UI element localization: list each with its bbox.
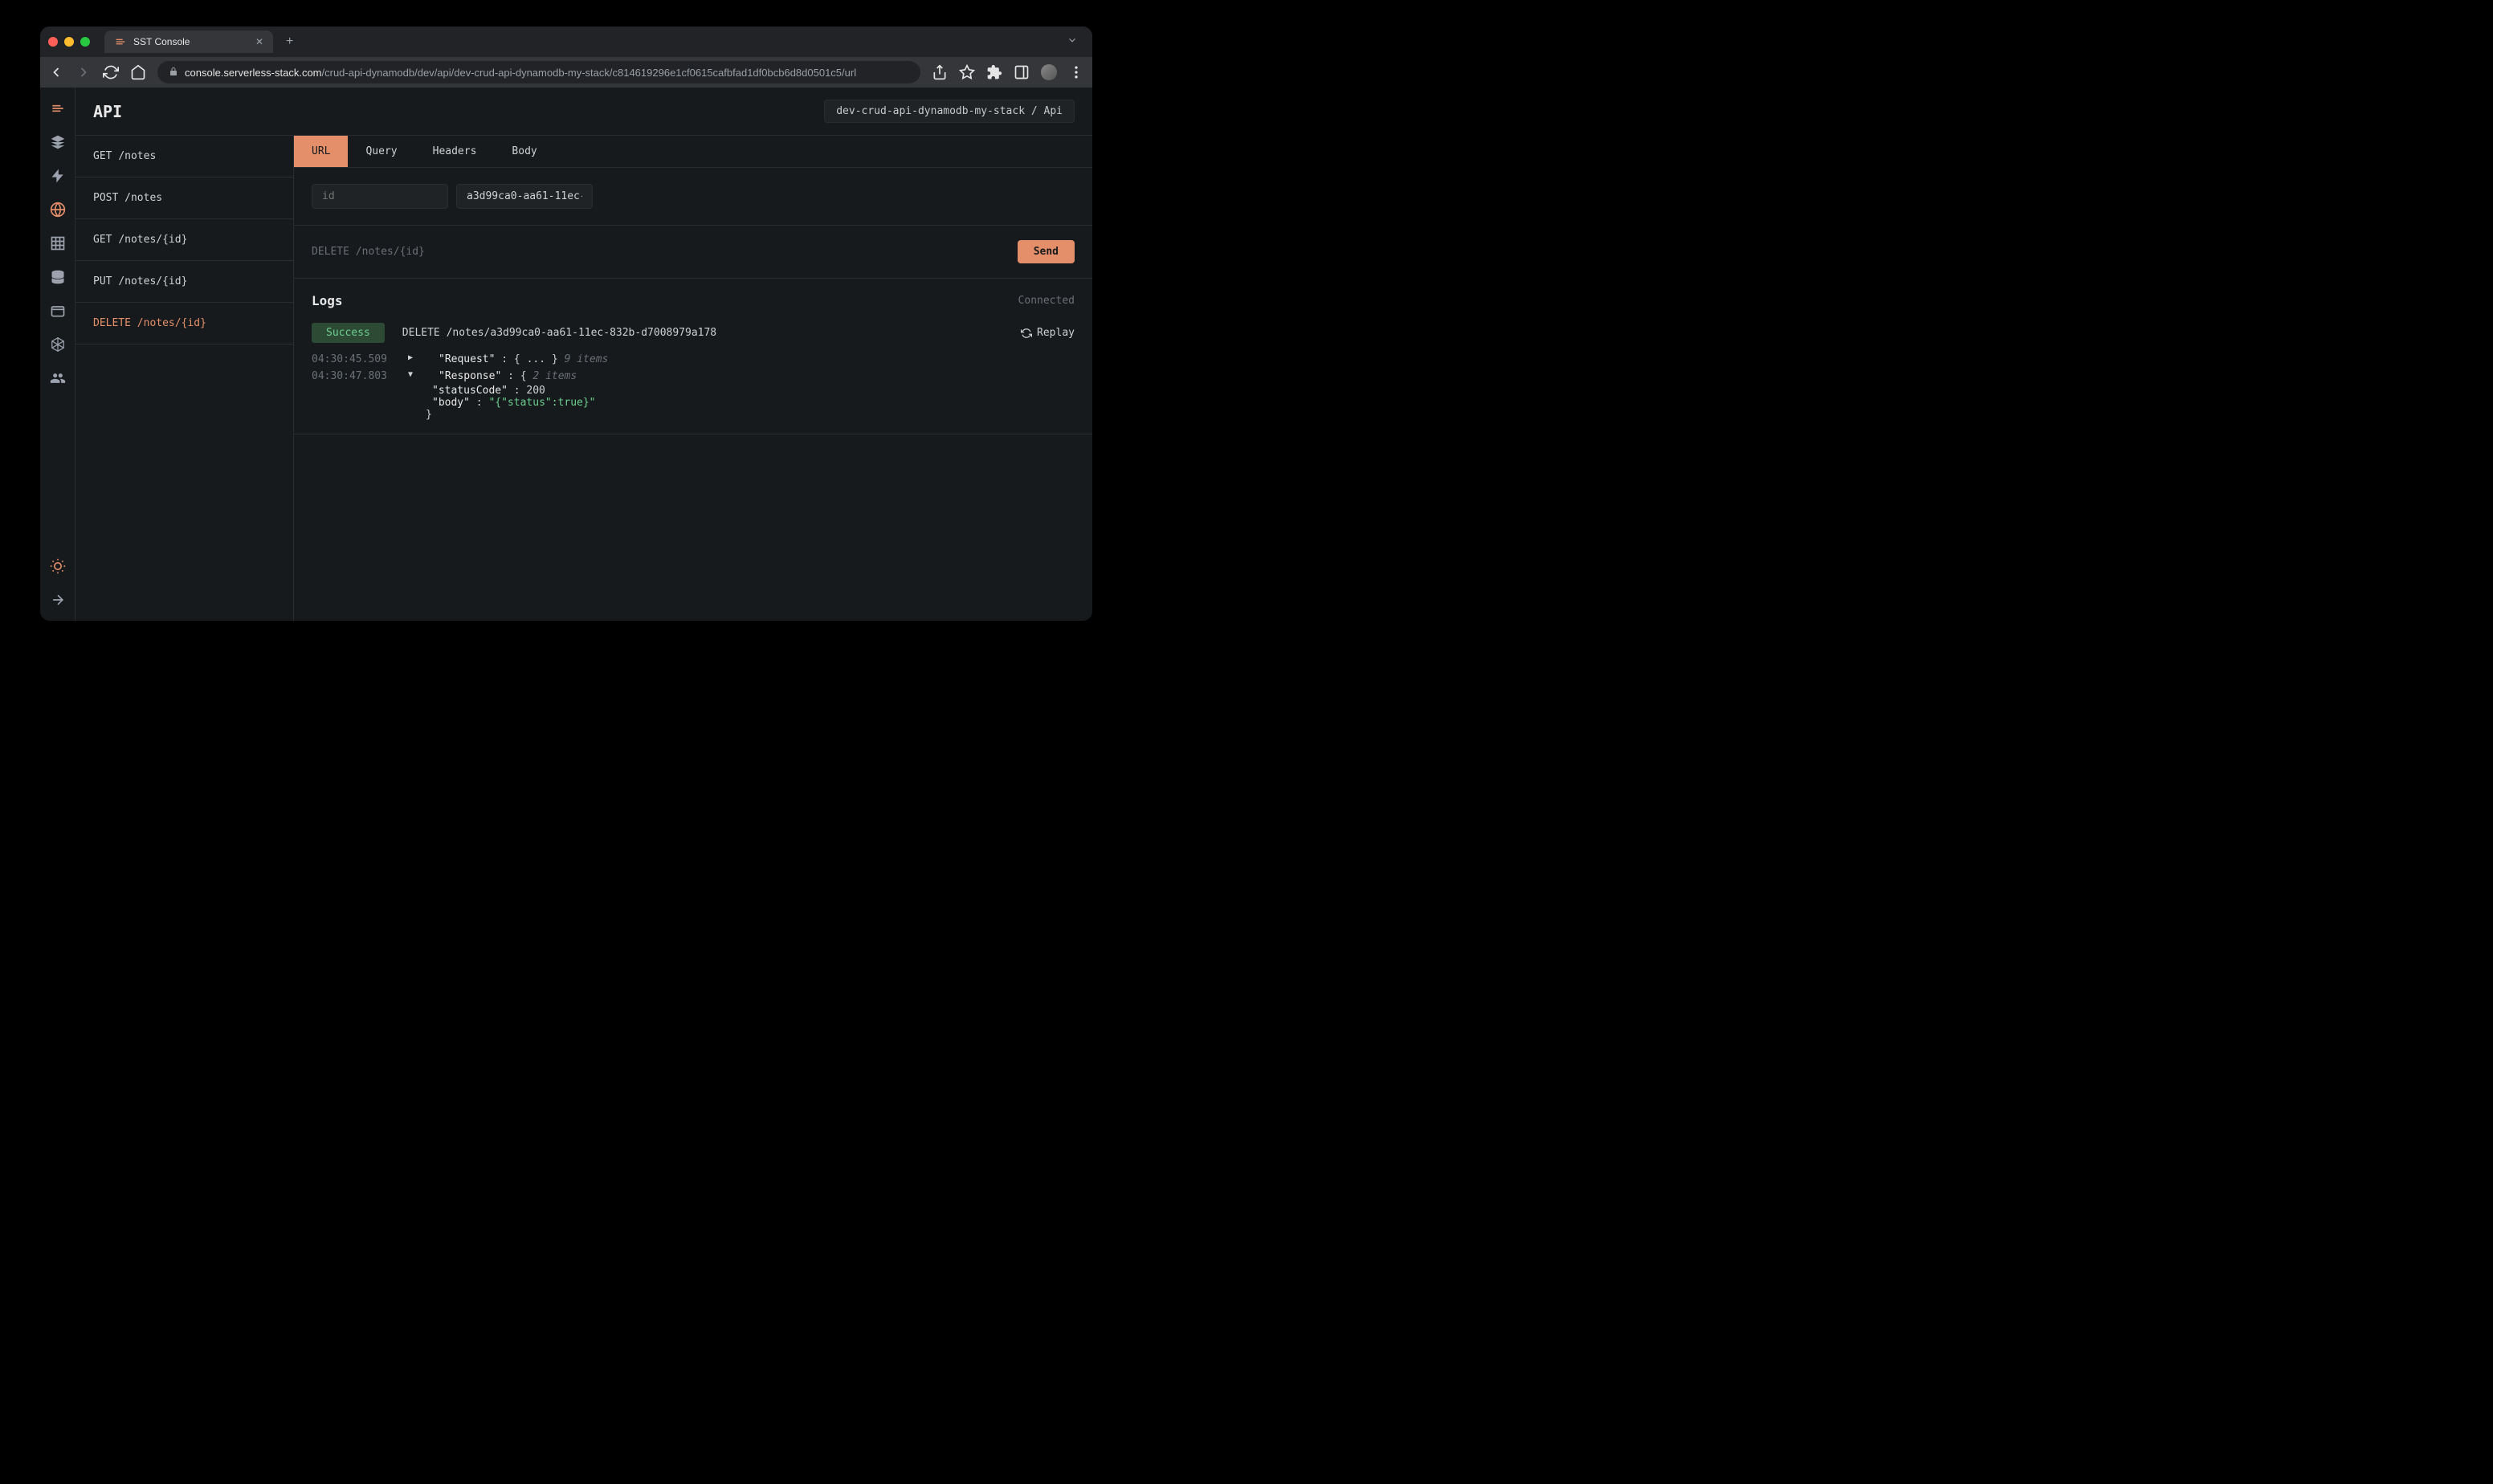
storage-icon[interactable] (50, 303, 66, 319)
routes-list: GET /notes POST /notes GET /notes/{id} P… (75, 136, 294, 621)
panel-tabs: URL Query Headers Body (294, 136, 1092, 168)
new-tab-button[interactable]: + (279, 31, 300, 52)
timestamp: 04:30:47.803 (312, 370, 386, 382)
theme-icon[interactable] (50, 558, 66, 574)
route-item[interactable]: GET /notes/{id} (75, 219, 293, 261)
page-title: API (93, 102, 122, 121)
collapse-caret-icon[interactable]: ▼ (408, 370, 416, 379)
database-icon[interactable] (50, 269, 66, 285)
graphql-icon[interactable] (50, 336, 66, 353)
log-summary: DELETE /notes/a3d99ca0-aa61-11ec-832b-d7… (402, 327, 716, 339)
profile-avatar[interactable] (1041, 64, 1057, 80)
sst-logo-icon[interactable] (50, 100, 66, 116)
maximize-window[interactable] (80, 37, 90, 47)
api-icon[interactable] (50, 202, 66, 218)
route-item[interactable]: POST /notes (75, 177, 293, 219)
timestamp: 04:30:45.509 (312, 353, 386, 365)
tab-title: SST Console (133, 36, 190, 47)
functions-icon[interactable] (50, 168, 66, 184)
tab-query[interactable]: Query (348, 136, 414, 167)
tab-headers[interactable]: Headers (415, 136, 495, 167)
extensions-icon[interactable] (986, 64, 1002, 80)
tab-url[interactable]: URL (294, 136, 348, 167)
reload-button[interactable] (103, 64, 119, 80)
stacks-icon[interactable] (50, 134, 66, 150)
breadcrumb[interactable]: dev-crud-api-dynamodb-my-stack / Api (824, 100, 1075, 123)
users-icon[interactable] (50, 370, 66, 386)
expand-caret-icon[interactable]: ▶ (408, 353, 416, 362)
connection-status: Connected (1018, 295, 1075, 307)
route-item[interactable]: PUT /notes/{id} (75, 261, 293, 303)
forward-button[interactable] (75, 64, 92, 80)
address-bar[interactable]: console.serverless-stack.com/crud-api-dy… (157, 61, 920, 84)
param-key-input[interactable] (312, 184, 448, 209)
browser-tab[interactable]: SST Console ✕ (104, 31, 273, 53)
collapse-icon[interactable] (50, 592, 66, 608)
home-button[interactable] (130, 64, 146, 80)
logs-title: Logs (312, 293, 343, 308)
back-button[interactable] (48, 64, 64, 80)
bookmark-icon[interactable] (959, 64, 975, 80)
close-window[interactable] (48, 37, 58, 47)
param-value-input[interactable] (456, 184, 593, 209)
route-item[interactable]: DELETE /notes/{id} (75, 303, 293, 344)
app-sidebar (40, 88, 75, 621)
url-path: /crud-api-dynamodb/dev/api/dev-crud-api-… (322, 67, 857, 79)
sst-favicon-icon (114, 35, 127, 48)
tab-body[interactable]: Body (494, 136, 554, 167)
status-badge: Success (312, 323, 385, 343)
lock-icon (169, 67, 178, 79)
url-host: console.serverless-stack.com (185, 67, 322, 79)
sidepanel-icon[interactable] (1014, 64, 1030, 80)
path-preview: DELETE /notes/{id} (312, 246, 425, 258)
minimize-window[interactable] (64, 37, 74, 47)
share-icon[interactable] (932, 64, 948, 80)
send-button[interactable]: Send (1018, 240, 1075, 263)
tab-menu-icon[interactable] (1060, 31, 1084, 53)
close-tab-icon[interactable]: ✕ (255, 36, 263, 47)
replay-button[interactable]: Replay (1021, 327, 1075, 339)
tables-icon[interactable] (50, 235, 66, 251)
browser-menu-icon[interactable] (1068, 64, 1084, 80)
route-item[interactable]: GET /notes (75, 136, 293, 177)
log-entry: Success DELETE /notes/a3d99ca0-aa61-11ec… (294, 323, 1092, 434)
